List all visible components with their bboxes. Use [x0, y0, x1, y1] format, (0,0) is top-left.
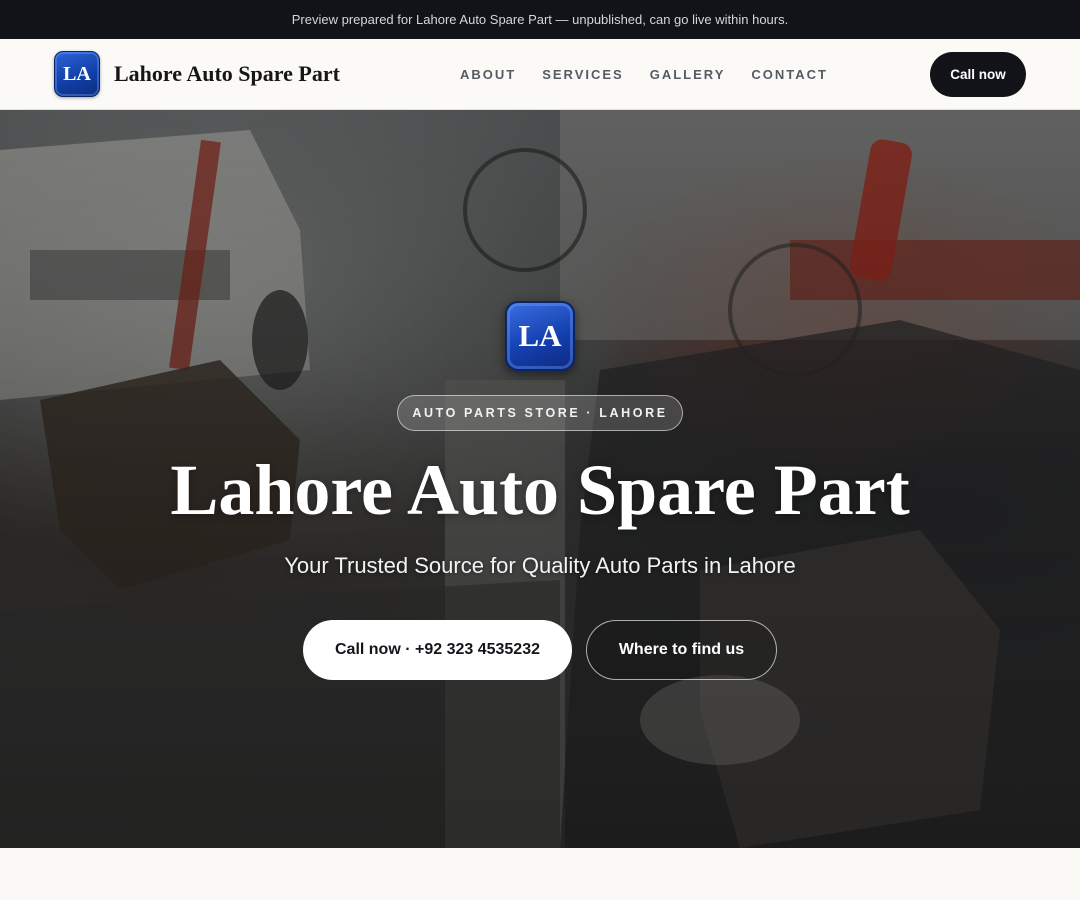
preview-banner: Preview prepared for Lahore Auto Spare P… — [0, 0, 1080, 39]
brand-home-link[interactable]: LA Lahore Auto Spare Part — [54, 51, 340, 97]
hero-logo-icon: LA — [505, 301, 575, 371]
hero-title: Lahore Auto Spare Part — [170, 450, 910, 530]
main-nav: ABOUT SERVICES GALLERY CONTACT — [460, 39, 854, 109]
brand-name: Lahore Auto Spare Part — [114, 61, 340, 86]
preview-banner-text: Preview prepared for Lahore Auto Spare P… — [291, 12, 789, 27]
nav-link-gallery[interactable]: GALLERY — [650, 67, 726, 82]
hero-eyebrow-badge: AUTO PARTS STORE · LAHORE — [397, 395, 683, 431]
logo-icon: LA — [54, 51, 100, 97]
nav-link-services[interactable]: SERVICES — [542, 67, 624, 82]
hero-location-button[interactable]: Where to find us — [586, 620, 777, 680]
hero-subtitle: Your Trusted Source for Quality Auto Par… — [284, 553, 796, 578]
hero-section: LA AUTO PARTS STORE · LAHORE Lahore Auto… — [0, 110, 1080, 848]
site-header: LA Lahore Auto Spare Part ABOUT SERVICES… — [0, 39, 1080, 110]
nav-link-about[interactable]: ABOUT — [460, 67, 516, 82]
next-section — [0, 848, 1080, 900]
nav-link-contact[interactable]: CONTACT — [751, 67, 828, 82]
hero-call-button[interactable]: Call now · +92 323 4535232 — [303, 620, 572, 680]
header-call-button[interactable]: Call now — [930, 52, 1026, 97]
